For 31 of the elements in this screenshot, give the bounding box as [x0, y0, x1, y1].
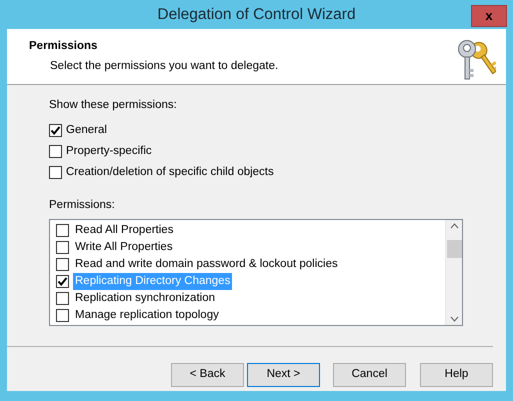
back-button[interactable]: < Back	[171, 363, 244, 387]
cancel-button[interactable]: Cancel	[333, 363, 406, 387]
page-subtitle: Select the permissions you want to delegate.	[49, 58, 278, 74]
permission-item[interactable]: Read All Properties	[73, 222, 176, 240]
checkbox[interactable]	[49, 166, 62, 179]
checkbox-label[interactable]: General	[66, 122, 107, 139]
next-button[interactable]: Next >	[247, 363, 320, 387]
scroll-up-icon[interactable]	[450, 223, 458, 229]
checkbox[interactable]	[49, 144, 62, 158]
checkbox[interactable]	[56, 224, 69, 237]
help-button[interactable]: Help	[420, 363, 493, 387]
section-label: Permissions:	[49, 198, 116, 213]
section-label: Show these permissions:	[49, 98, 178, 112]
checkbox[interactable]	[56, 292, 69, 305]
permission-item[interactable]: Write All Properties	[73, 238, 175, 256]
page-title: Permissions	[29, 38, 98, 54]
scrollbar[interactable]	[445, 220, 462, 325]
permission-item[interactable]: Read and write domain password & lockout policies	[73, 256, 340, 274]
permission-item[interactable]: Replication synchronization	[73, 290, 217, 308]
scroll-thumb[interactable]	[446, 240, 462, 258]
window-title: Delegation of Control Wizard	[157, 4, 356, 25]
scroll-down-icon[interactable]	[450, 316, 458, 322]
checkbox-label[interactable]: Creation/deletion of specific child objects	[66, 164, 274, 181]
checkbox[interactable]	[56, 241, 69, 254]
checkbox[interactable]	[56, 258, 69, 271]
checkbox[interactable]	[49, 124, 62, 137]
checkbox-label[interactable]: Property-specific	[66, 142, 152, 160]
close-button[interactable]: x	[471, 5, 507, 27]
permission-item[interactable]: Manage replication topology	[73, 306, 221, 324]
checkbox[interactable]	[56, 275, 69, 288]
checkbox[interactable]	[56, 309, 69, 322]
